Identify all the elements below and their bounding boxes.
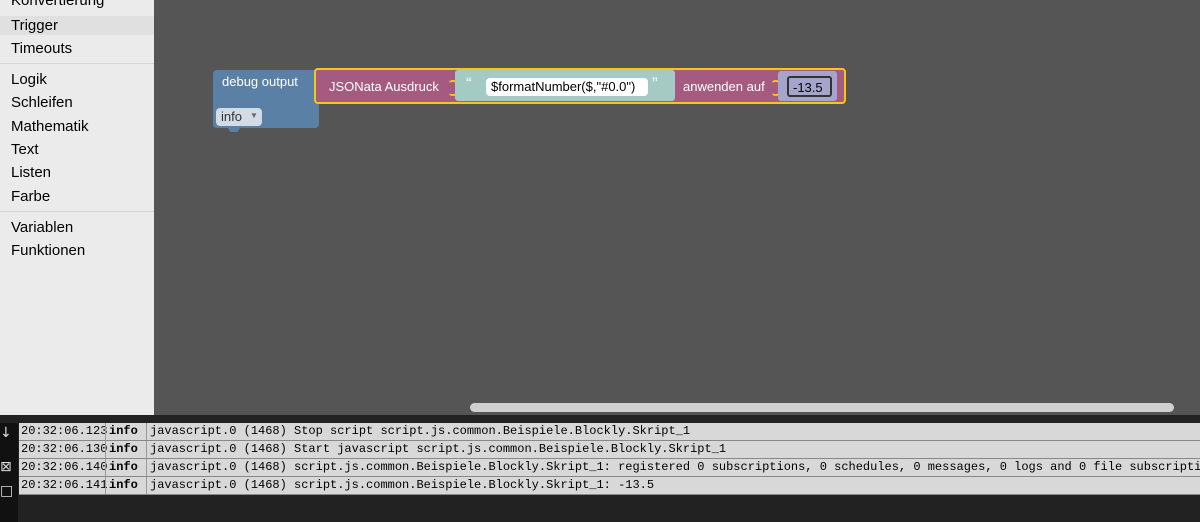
toolbox-category-schleifen[interactable]: Schleifen: [11, 93, 73, 113]
column-divider: [146, 459, 147, 476]
toolbox-category-variablen[interactable]: Variablen: [11, 218, 73, 238]
log-message: javascript.0 (1468) Start javascript scr…: [150, 442, 727, 456]
log-severity: info: [109, 424, 138, 438]
log-severity: info: [109, 478, 138, 492]
log-time: 20:32:06.140: [21, 460, 108, 474]
column-divider: [146, 423, 147, 440]
column-divider: [105, 423, 106, 440]
jsonata-label: JSONata Ausdruck: [329, 79, 439, 94]
copy-icon[interactable]: □: [0, 483, 13, 499]
workspace-horizontal-scrollbar[interactable]: [470, 403, 1174, 412]
open-quote-icon: “: [466, 74, 472, 93]
column-divider: [146, 477, 147, 494]
number-value: -13.5: [793, 80, 823, 95]
toolbox-sidebar: Konvertierung Trigger Timeouts Logik Sch…: [0, 0, 154, 415]
column-divider: [105, 477, 106, 494]
expression-value: $formatNumber($,"#0.0"): [491, 79, 636, 94]
log-toolbar: ↓ ⊠ □: [0, 423, 18, 522]
log-time: 20:32:06.141: [21, 478, 108, 492]
column-divider: [146, 441, 147, 458]
toolbox-category-funktionen[interactable]: Funktionen: [11, 241, 85, 261]
apply-to-label: anwenden auf: [683, 79, 765, 94]
log-severity: info: [109, 442, 138, 456]
column-divider: [105, 459, 106, 476]
toolbox-separator: [0, 211, 154, 212]
column-divider: [105, 441, 106, 458]
blockly-workspace[interactable]: [154, 0, 1200, 415]
log-severity: info: [109, 460, 138, 474]
log-level-dropdown[interactable]: info ▼: [216, 108, 262, 126]
toolbox-separator: [0, 63, 154, 64]
clear-log-icon[interactable]: ⊠: [0, 459, 12, 475]
log-row: 20:32:06.123 info javascript.0 (1468) St…: [19, 423, 1200, 441]
expression-field[interactable]: $formatNumber($,"#0.0"): [486, 78, 648, 96]
toolbox-category-timeouts[interactable]: Timeouts: [11, 39, 72, 59]
scroll-down-icon[interactable]: ↓: [0, 425, 12, 441]
toolbox-category-konvertierung[interactable]: Konvertierung: [11, 0, 104, 11]
log-time: 20:32:06.123: [21, 424, 108, 438]
log-message: javascript.0 (1468) script.js.common.Bei…: [150, 460, 1200, 474]
toolbox-category-farbe[interactable]: Farbe: [11, 187, 50, 207]
toolbox-category-listen[interactable]: Listen: [11, 163, 51, 183]
close-quote-icon: ”: [652, 74, 658, 93]
toolbox-category-text[interactable]: Text: [11, 140, 39, 160]
number-field[interactable]: -13.5: [787, 76, 832, 97]
log-row: 20:32:06.140 info javascript.0 (1468) sc…: [19, 459, 1200, 477]
toolbox-category-trigger[interactable]: Trigger: [11, 16, 58, 36]
log-time: 20:32:06.130: [21, 442, 108, 456]
toolbox-category-mathematik[interactable]: Mathematik: [11, 117, 89, 137]
log-message: javascript.0 (1468) Stop script script.j…: [150, 424, 691, 438]
log-level-value: info: [221, 109, 242, 124]
debug-output-label: debug output: [222, 74, 298, 89]
log-row: 20:32:06.130 info javascript.0 (1468) St…: [19, 441, 1200, 459]
toolbox-category-logik[interactable]: Logik: [11, 70, 47, 90]
log-row: 20:32:06.141 info javascript.0 (1468) sc…: [19, 477, 1200, 495]
log-message: javascript.0 (1468) script.js.common.Bei…: [150, 478, 655, 492]
dropdown-arrow-icon: ▼: [250, 111, 258, 120]
